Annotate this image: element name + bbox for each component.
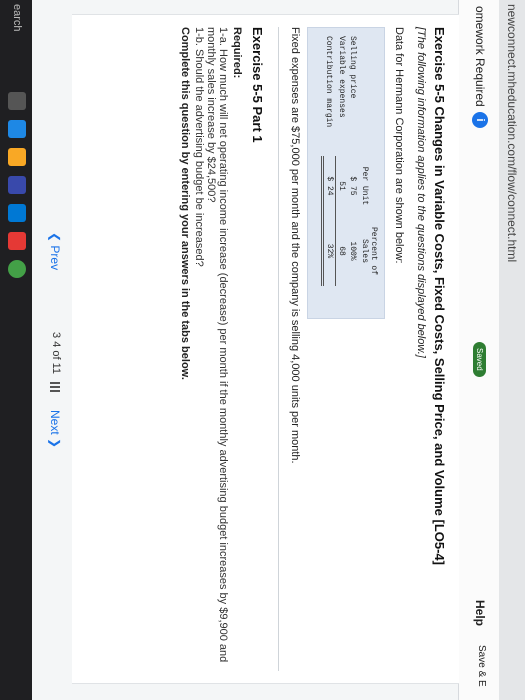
required-label: Required: [231, 27, 243, 79]
table-row: Variable expenses 51 68 [336, 36, 348, 286]
exercise-note: [The following information applies to th… [415, 27, 427, 358]
url-text[interactable]: newconnect.mheducation.com/flow/connect.… [505, 4, 519, 262]
percent-value: 100% [348, 241, 357, 261]
app-header: omework Required i Saved Help Save & E [458, 0, 499, 700]
per-unit-value: $ 75 [348, 176, 357, 196]
data-intro: Data for Hermann Corporation are shown b… [393, 27, 405, 264]
percent-value: 32% [322, 216, 336, 286]
prev-label: Prev [48, 245, 62, 271]
info-icon[interactable]: i [472, 112, 488, 128]
app-icon[interactable] [8, 232, 26, 250]
divider [278, 27, 279, 671]
assignment-title: omework Required [473, 6, 487, 107]
saved-badge: Saved [473, 342, 486, 377]
prev-button[interactable]: ❮ Prev [48, 232, 62, 270]
part-title: Exercise 5-5 Part 1 [250, 27, 265, 143]
edge-icon[interactable] [8, 120, 26, 138]
file-explorer-icon[interactable] [8, 148, 26, 166]
per-unit-value: 51 [337, 181, 346, 191]
col-percent-sales: Percent of Sales [360, 226, 378, 275]
per-unit-value: $ 24 [322, 156, 336, 216]
table-row: Contribution margin $ 24 32% [322, 36, 336, 286]
help-link[interactable]: Help [473, 600, 487, 626]
grid-icon[interactable] [50, 382, 60, 392]
browser-url-bar[interactable]: newconnect.mheducation.com/flow/connect.… [498, 0, 525, 700]
page-indicator[interactable]: 3 4 of 11 [50, 332, 62, 374]
table-header-blank [358, 36, 378, 156]
row-label: Contribution margin [324, 36, 334, 128]
requirement-1a-line1: 1-a. How much will net operating income … [217, 27, 229, 663]
taskbar-search[interactable]: earch [11, 4, 23, 32]
complete-instruction: Complete this question by entering your … [179, 27, 191, 380]
cost-data-table: Per Unit Percent of Sales Selling price … [307, 27, 385, 319]
taskbar: earch [0, 0, 32, 700]
next-button[interactable]: Next ❯ [48, 410, 62, 448]
fixed-expenses-text: Fixed expenses are $75,000 per month and… [289, 27, 301, 464]
row-label: Variable expenses [336, 36, 346, 118]
page-current: 3 [50, 332, 62, 339]
save-exit-button[interactable]: Save & E [476, 645, 487, 687]
task-view-icon[interactable] [8, 92, 26, 110]
screen: newconnect.mheducation.com/flow/connect.… [0, 0, 525, 700]
exercise-title: Exercise 5-5 Changes in Variable Costs, … [432, 27, 447, 565]
requirement-1a-line2: monthly sales increase by $24,500? [205, 27, 217, 203]
question-nav: ❮ Prev 3 4 of 11 Next ❯ [32, 0, 72, 700]
requirement-1b: 1-b. Should the advertising budget be in… [193, 27, 205, 267]
mail-icon[interactable] [8, 204, 26, 222]
page-total: of 11 [50, 350, 62, 375]
question-panel: Exercise 5-5 Changes in Variable Costs, … [72, 14, 459, 684]
next-label: Next [48, 410, 62, 435]
table-row: Selling price $ 75 100% [347, 36, 358, 286]
row-label: Selling price [348, 36, 357, 99]
chrome-icon[interactable] [8, 260, 26, 278]
page-next: 4 [50, 341, 62, 348]
percent-value: 68 [337, 246, 346, 256]
col-per-unit: Per Unit [360, 166, 369, 206]
store-icon[interactable] [8, 176, 26, 194]
